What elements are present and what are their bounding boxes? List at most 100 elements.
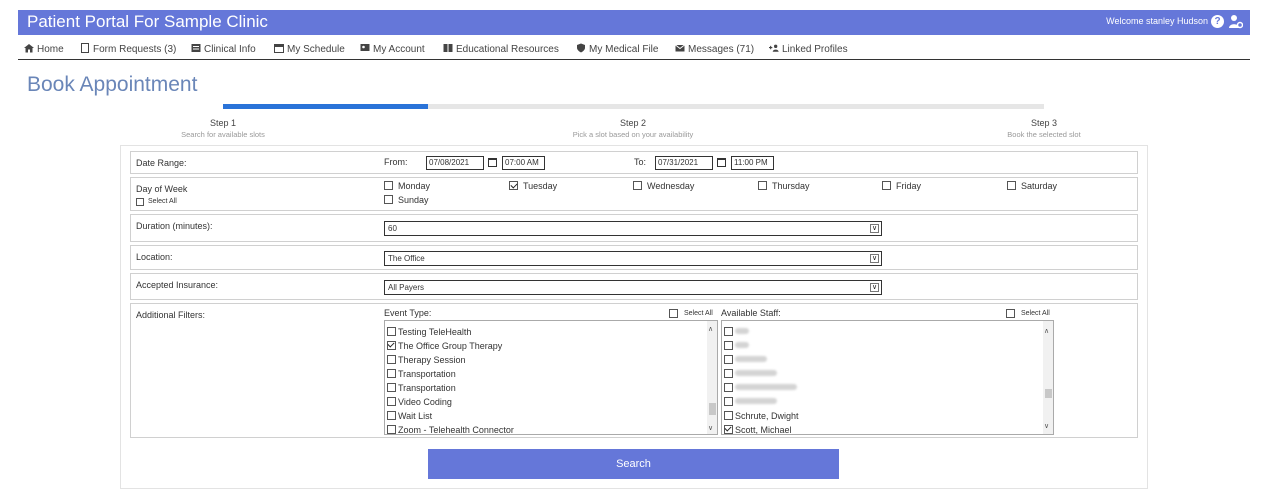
date-range-label: Date Range: (136, 158, 187, 168)
user-cog-icon[interactable] (1229, 14, 1243, 29)
list-item[interactable] (724, 341, 749, 351)
friday-checkbox[interactable] (882, 181, 891, 190)
event-checkbox[interactable] (387, 425, 396, 434)
scroll-up-icon[interactable]: ∧ (708, 325, 713, 333)
select-all-days-checkbox[interactable] (136, 198, 144, 206)
event-label: Transportation (398, 383, 456, 393)
list-item[interactable] (724, 355, 767, 365)
list-item[interactable]: Testing TeleHealth (387, 327, 471, 337)
nav-clinical-info[interactable]: Clinical Info (191, 43, 256, 55)
list-item[interactable]: Wait List (387, 411, 432, 421)
nav-messages-label: Messages (71) (688, 44, 755, 55)
staff-list-scrollbar[interactable]: ∧ ∨ (1043, 321, 1053, 434)
list-item[interactable] (724, 327, 749, 337)
scroll-down-icon[interactable]: ∨ (708, 424, 713, 432)
list-item[interactable]: Scott, Michael (724, 425, 792, 435)
help-icon[interactable]: ? (1211, 15, 1224, 28)
scroll-down-icon[interactable]: ∨ (1044, 422, 1049, 430)
redacted-name (735, 398, 777, 404)
calendar-icon[interactable] (717, 158, 726, 167)
nav-form-requests[interactable]: Form Requests (3) (80, 43, 176, 55)
tuesday-checkbox[interactable] (509, 181, 518, 190)
friday-label: Friday (896, 181, 922, 191)
list-item[interactable] (724, 383, 797, 393)
staff-checkbox[interactable] (724, 355, 733, 364)
staff-label: Scott, Michael (735, 425, 792, 435)
event-select-all-checkbox[interactable] (669, 309, 678, 318)
staff-checkbox[interactable] (724, 369, 733, 378)
nav-my-account[interactable]: My Account (360, 43, 425, 55)
progress-track (223, 104, 1044, 109)
step-3-subtitle: Book the selected slot (1007, 130, 1081, 139)
event-checkbox[interactable] (387, 383, 396, 392)
event-checkbox[interactable] (387, 327, 396, 336)
event-checkbox[interactable] (387, 355, 396, 364)
staff-list[interactable]: Schrute, Dwight Scott, Michael ∧ ∨ (721, 320, 1054, 435)
list-item[interactable] (724, 397, 777, 407)
search-button[interactable]: Search (428, 449, 839, 479)
scroll-up-icon[interactable]: ∧ (1044, 327, 1049, 335)
welcome-text: Welcome stanley Hudson (1106, 16, 1208, 26)
step-3: Step 3 Book the selected slot (996, 118, 1092, 139)
nav-my-schedule[interactable]: My Schedule (274, 43, 345, 55)
wednesday-checkbox[interactable] (633, 181, 642, 190)
list-item[interactable]: Schrute, Dwight (724, 411, 799, 421)
envelope-icon (675, 44, 685, 52)
event-label: Wait List (398, 411, 433, 421)
nav-my-schedule-label: My Schedule (287, 44, 345, 55)
nav-my-account-label: My Account (373, 44, 425, 55)
staff-checkbox[interactable] (724, 397, 733, 406)
list-item[interactable] (724, 369, 777, 379)
to-time-input[interactable]: 11:00 PM (731, 156, 774, 170)
event-type-list[interactable]: Testing TeleHealth The Office Group Ther… (384, 320, 718, 435)
staff-select-all-checkbox[interactable] (1006, 309, 1015, 318)
calendar-icon[interactable] (488, 158, 497, 167)
event-list-scrollbar[interactable]: ∧ ∨ (707, 321, 717, 434)
saturday-checkbox[interactable] (1007, 181, 1016, 190)
location-select[interactable]: The Office ∨ (384, 251, 882, 266)
monday-checkbox[interactable] (384, 181, 393, 190)
filters-label: Additional Filters: (136, 310, 206, 320)
from-date-input[interactable]: 07/08/2021 (426, 156, 484, 170)
top-bar: Patient Portal For Sample Clinic Welcome… (18, 10, 1250, 35)
chevron-down-icon: ∨ (870, 283, 879, 292)
list-item[interactable]: Video Coding (387, 397, 452, 407)
list-item[interactable]: Transportation (387, 383, 456, 393)
nav-linked-profiles[interactable]: Linked Profiles (769, 43, 848, 55)
list-item[interactable]: Transportation (387, 369, 456, 379)
event-checkbox[interactable] (387, 397, 396, 406)
event-label: Testing TeleHealth (398, 327, 472, 337)
nav-home[interactable]: Home (24, 43, 64, 55)
step-2-subtitle: Pick a slot based on your availability (572, 130, 694, 139)
nav-my-medical-file[interactable]: My Medical File (576, 43, 658, 55)
nav-messages[interactable]: Messages (71) (675, 43, 754, 55)
insurance-select[interactable]: All Payers ∨ (384, 280, 882, 295)
document-icon (81, 43, 89, 53)
staff-checkbox[interactable] (724, 411, 733, 420)
scroll-thumb[interactable] (1045, 389, 1052, 398)
scroll-thumb[interactable] (709, 403, 716, 415)
event-label: Video Coding (398, 397, 452, 407)
list-item[interactable]: Zoom - Telehealth Connector (387, 425, 514, 434)
event-label: Therapy Session (398, 355, 466, 365)
event-checkbox[interactable] (387, 369, 396, 378)
from-time-input[interactable]: 07:00 AM (502, 156, 545, 170)
to-date-input[interactable]: 07/31/2021 (655, 156, 713, 170)
monday-label: Monday (398, 181, 431, 191)
staff-checkbox[interactable] (724, 327, 733, 336)
staff-checkbox[interactable] (724, 383, 733, 392)
nav-educational-resources[interactable]: Educational Resources (443, 43, 559, 55)
nav-form-requests-label: Form Requests (3) (93, 44, 177, 55)
duration-select[interactable]: 60 ∨ (384, 221, 882, 236)
staff-checkbox[interactable] (724, 425, 733, 434)
nav-linked-profiles-label: Linked Profiles (782, 44, 848, 55)
list-item[interactable]: Therapy Session (387, 355, 466, 365)
event-checkbox[interactable] (387, 341, 396, 350)
staff-checkbox[interactable] (724, 341, 733, 350)
list-item[interactable]: The Office Group Therapy (387, 341, 502, 351)
thursday-checkbox[interactable] (758, 181, 767, 190)
step-1-subtitle: Search for available slots (181, 130, 265, 139)
redacted-name (735, 342, 749, 348)
event-checkbox[interactable] (387, 411, 396, 420)
sunday-checkbox[interactable] (384, 195, 393, 204)
